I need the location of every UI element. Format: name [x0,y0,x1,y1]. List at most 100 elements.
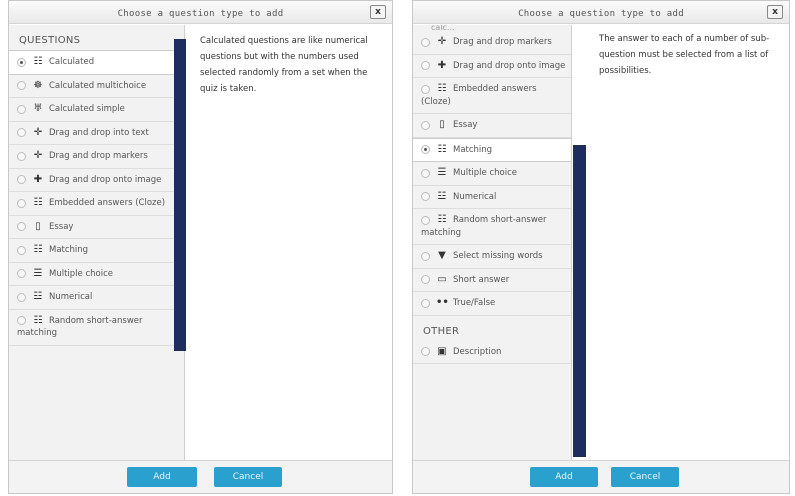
option-label: Embedded answers (Cloze) [49,198,166,208]
radio-button[interactable] [17,245,26,255]
question-type-option[interactable]: ▯ Essay [413,114,571,138]
question-type-option[interactable]: ☷ Random short-answer matching [413,209,571,245]
question-type-option[interactable]: ☷ Matching [9,239,184,263]
radio-button[interactable] [421,84,430,94]
question-type-option[interactable]: ♅ Calculated simple [9,98,184,122]
question-type-option[interactable]: ▣ Description [413,341,571,364]
radio-button[interactable] [17,198,26,208]
dialog-title: Choose a question type to add [518,9,684,19]
close-button[interactable]: x [767,5,783,19]
dialog-body: calc... ✛ Drag and drop markers ✚ Drag and … [413,25,789,460]
true-false-icon: •• [436,297,449,308]
question-type-option[interactable]: ☷ Random short-answer matching [9,310,184,346]
radio-button[interactable] [17,151,26,161]
question-type-option[interactable]: ☸ Calculated multichoice [9,75,184,98]
radio-button[interactable] [17,316,26,325]
short-answer-icon: ▭ [437,273,447,285]
section-heading-other: OTHER [423,325,460,337]
option-label: True/False [453,298,496,308]
radio-button[interactable] [17,269,26,278]
question-type-option[interactable]: ✛ Drag and drop markers [413,31,571,55]
option-label: Essay [49,221,74,232]
question-type-option[interactable]: •• True/False [413,292,571,316]
question-type-option[interactable]: ✛ Drag and drop into text [9,122,184,145]
radio-button[interactable] [17,128,26,137]
multiple-choice-icon: ☰ [33,267,43,279]
add-button[interactable]: Add [127,467,197,487]
drag-drop-markers-icon: ✛ [33,150,43,161]
option-label: Matching [49,245,89,255]
radio-button[interactable] [421,275,430,284]
option-label: Short answer [453,274,510,285]
radio-button[interactable] [421,37,430,47]
dialog-titlebar: Choose a question type to add x [9,1,392,24]
question-type-option[interactable]: ✚ Drag and drop onto image [9,169,184,192]
radio-button[interactable] [17,175,26,184]
select-missing-words-icon: ▼ [438,250,446,261]
calculated-simple-icon: ♅ [33,103,43,114]
question-type-list[interactable]: calc... ✛ Drag and drop markers ✚ Drag and … [413,25,572,460]
cancel-button[interactable]: Cancel [611,467,679,487]
option-label: Numerical [453,191,497,202]
question-type-option[interactable]: ▼ Select missing words [413,245,571,269]
essay-icon: ▯ [35,220,41,232]
random-short-answer-icon: ☷ [33,314,43,326]
essay-icon: ▯ [439,119,445,130]
option-label: Drag and drop into text [49,127,149,138]
cancel-button[interactable]: Cancel [214,467,282,487]
dialog-footer: Add Cancel [413,460,789,493]
option-label: Drag and drop markers [453,37,552,47]
dialog-titlebar: Choose a question type to add x [413,1,789,24]
drag-drop-image-icon: ✚ [437,59,447,71]
radio-button[interactable] [17,292,26,302]
cloze-icon: ☷ [33,197,43,208]
question-type-option[interactable]: ☷ Embedded answers (Cloze) [9,192,184,216]
question-type-option[interactable]: ☳ Numerical [413,186,571,209]
matching-icon: ☷ [33,244,43,255]
numerical-icon: ☳ [437,190,447,202]
question-type-dialog-left: Choose a question type to add x QUESTION… [8,0,393,494]
option-label: Calculated simple [49,104,125,114]
numerical-icon: ☳ [33,291,43,302]
other-type-items: ▣ Description [413,341,571,364]
dialog-body: QUESTIONS ☷ Calculated ☸ Calculated multich… [9,25,392,460]
close-button[interactable]: x [370,5,386,19]
question-type-option[interactable]: ☷ Embedded answers (Cloze) [413,78,571,114]
section-heading-questions: QUESTIONS [19,35,81,46]
question-type-items: ✛ Drag and drop markers ✚ Drag and drop ont… [413,31,571,316]
question-type-option[interactable]: ▭ Short answer [413,269,571,292]
question-type-option[interactable]: ☷ Calculated [9,50,184,75]
radio-button[interactable] [17,222,26,231]
question-type-option[interactable]: ✚ Drag and drop onto image [413,55,571,78]
question-type-option[interactable]: ✛ Drag and drop markers [9,145,184,169]
radio-button[interactable] [421,347,430,356]
question-type-option[interactable]: ☰ Multiple choice [9,263,184,286]
radio-button[interactable] [17,104,26,114]
question-type-description: Calculated questions are like numerical … [200,36,368,94]
radio-button[interactable] [421,120,430,130]
question-type-option[interactable]: ☷ Matching [413,137,571,162]
question-type-option[interactable]: ☰ Multiple choice [413,162,571,186]
multiple-choice-icon: ☰ [437,167,447,178]
radio-button[interactable] [421,298,430,308]
radio-button[interactable] [421,61,430,70]
radio-button[interactable] [421,192,430,201]
option-label: Description [453,346,502,357]
question-type-option[interactable]: ▯ Essay [9,216,184,239]
list-scrollbar[interactable] [174,39,186,351]
option-label: Calculated multichoice [49,80,147,91]
calculated-multichoice-icon: ☸ [33,79,43,91]
radio-button[interactable] [421,168,430,178]
question-type-list[interactable]: QUESTIONS ☷ Calculated ☸ Calculated multich… [9,25,185,460]
radio-button[interactable] [17,57,26,67]
question-type-option[interactable]: ☳ Numerical [9,286,184,310]
question-type-dialog-right: Choose a question type to add x calc... … [412,0,790,494]
add-button[interactable]: Add [530,467,598,487]
radio-button[interactable] [421,145,430,154]
radio-button[interactable] [421,215,430,225]
question-type-description: The answer to each of a number of sub-qu… [599,34,770,76]
dialog-footer: Add Cancel [9,460,392,493]
cloze-icon: ☷ [437,83,447,94]
radio-button[interactable] [421,251,430,261]
radio-button[interactable] [17,81,26,90]
